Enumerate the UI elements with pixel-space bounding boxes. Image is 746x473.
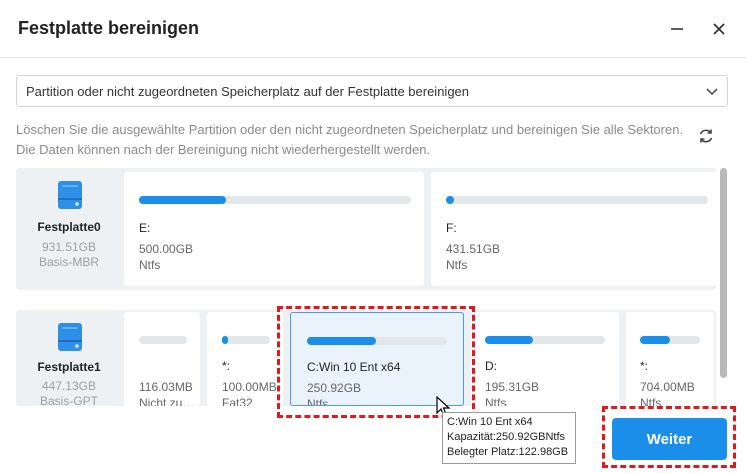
partition-label: C:Win 10 Ent x64 <box>307 360 401 374</box>
usage-bar <box>222 336 270 344</box>
scrollbar-thumb[interactable] <box>720 168 727 378</box>
partition-tooltip: C:Win 10 Ent x64 Kapazität:250.92GBNtfs … <box>442 412 576 464</box>
disk-info-0[interactable]: Festplatte0 931.51GB Basis-MBR <box>16 168 122 290</box>
hard-disk-icon <box>58 181 82 209</box>
title-bar: Festplatte bereinigen <box>0 0 746 58</box>
hard-disk-icon <box>58 323 82 351</box>
disk-type: Basis-MBR <box>38 255 99 269</box>
minimize-icon[interactable] <box>662 14 692 44</box>
partition-d[interactable]: D: 195.31GB Ntfs <box>471 312 619 406</box>
usage-bar-fill <box>307 337 376 345</box>
usage-bar <box>446 196 708 204</box>
disk-size: 931.51GB <box>41 240 97 254</box>
refresh-icon[interactable] <box>696 126 716 146</box>
usage-bar-fill <box>640 336 670 344</box>
partition-label: *: <box>222 359 231 373</box>
partition-fs: Nicht zu… <box>139 396 195 406</box>
usage-bar <box>139 196 411 204</box>
usage-bar-fill <box>139 196 227 204</box>
usage-bar <box>307 337 447 345</box>
disk-name: Festplatte1 <box>37 360 101 374</box>
partition-size: 116.03MB <box>139 380 193 394</box>
partition-fs: Ntfs <box>640 396 662 406</box>
partition-fs: Ntfs <box>485 396 507 406</box>
partition-c[interactable]: C:Win 10 Ent x64 250.92GB Ntfs <box>290 312 464 406</box>
partition-fs: Ntfs <box>446 258 468 272</box>
partition-recovery[interactable]: *: 704.00MB Ntfs <box>626 312 714 406</box>
partition-label: D: <box>485 359 497 373</box>
next-button[interactable]: Weiter <box>612 418 727 460</box>
partition-size: 250.92GB <box>307 381 362 395</box>
usage-bar-fill <box>446 196 454 204</box>
partition-label: F: <box>446 221 457 235</box>
partition-fs: Fat32 <box>222 396 253 406</box>
partition-label: *: <box>640 359 649 373</box>
mode-select[interactable]: Partition oder nicht zugeordneten Speich… <box>16 75 728 107</box>
partition-size: 704.00MB <box>640 380 695 394</box>
disk-row-0: Festplatte0 931.51GB Basis-MBR E: 500.00… <box>16 168 716 290</box>
usage-bar <box>640 336 700 344</box>
disk-size: 447.13GB <box>41 379 97 393</box>
chevron-down-icon <box>706 88 718 96</box>
partition-f[interactable]: F: 431.51GB Ntfs <box>431 172 716 286</box>
disk-row-1: Festplatte1 447.13GB Basis-GPT 116.03MB … <box>16 310 716 406</box>
usage-bar-fill <box>485 336 533 344</box>
tooltip-line-capacity: Kapazität:250.92GBNtfs <box>447 431 566 443</box>
partition-label: E: <box>139 221 151 235</box>
partition-fat32[interactable]: *: 100.00MB Fat32 <box>207 312 283 406</box>
close-icon[interactable] <box>704 14 734 44</box>
description-text: Löschen Sie die ausgewählte Partition od… <box>16 122 684 157</box>
usage-bar-fill <box>222 336 228 344</box>
window-title: Festplatte bereinigen <box>18 18 200 38</box>
tooltip-line-used: Belegter Platz:122.98GB <box>447 446 569 458</box>
partition-fs: Ntfs <box>139 258 161 272</box>
disk-info-1[interactable]: Festplatte1 447.13GB Basis-GPT <box>16 310 122 406</box>
disk-name: Festplatte0 <box>37 220 101 234</box>
partition-unallocated[interactable]: 116.03MB Nicht zu… <box>124 312 200 406</box>
partition-e[interactable]: E: 500.00GB Ntfs <box>124 172 424 286</box>
partition-size: 100.00MB <box>222 380 277 394</box>
tooltip-line-name: C:Win 10 Ent x64 <box>447 416 533 428</box>
partition-size: 500.00GB <box>139 242 194 256</box>
partition-size: 195.31GB <box>485 380 540 394</box>
partition-size: 431.51GB <box>446 242 501 256</box>
mode-select-value: Partition oder nicht zugeordneten Speich… <box>26 84 470 99</box>
disk-type: Basis-GPT <box>39 394 98 406</box>
usage-bar <box>139 336 187 344</box>
usage-bar <box>485 336 605 344</box>
partition-fs: Ntfs <box>307 397 329 406</box>
